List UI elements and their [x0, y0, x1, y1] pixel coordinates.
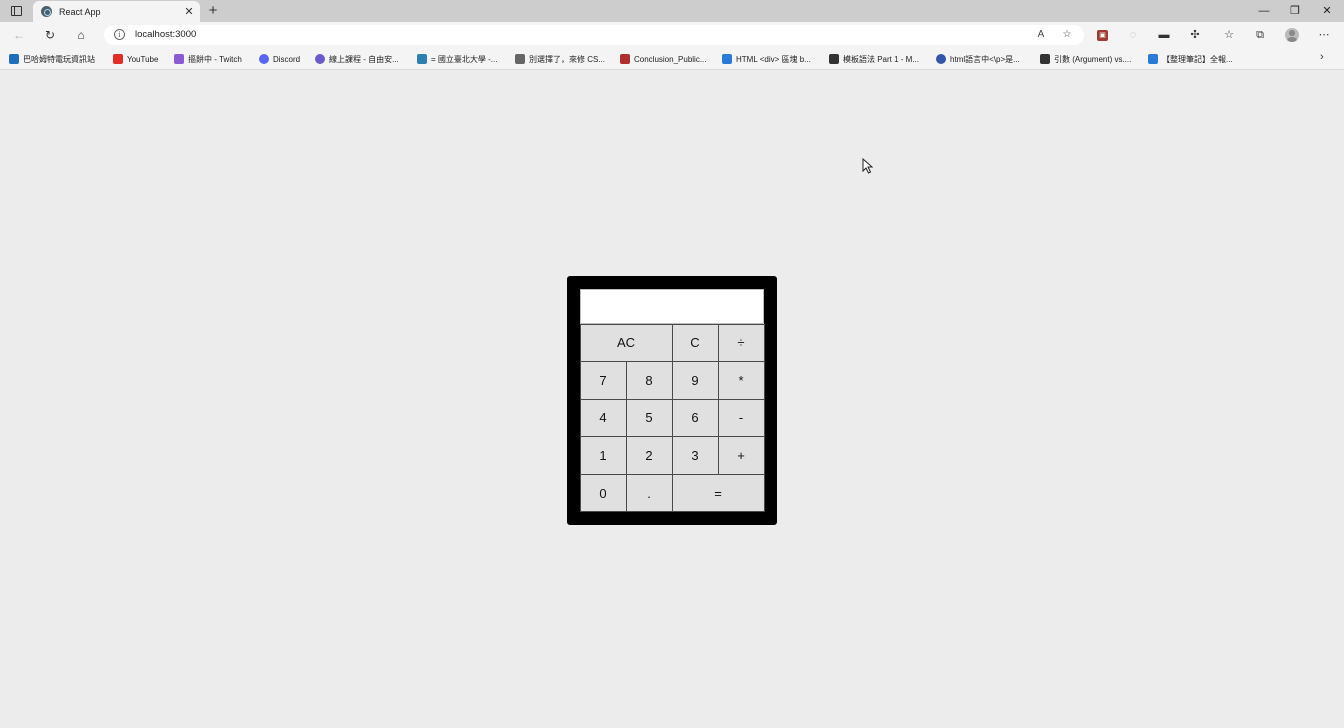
bookmark-label: 【整理筆記】全報... [1162, 54, 1233, 64]
bookmark-favicon-icon [936, 54, 946, 64]
tab-strip: React App ✕ + — ❐ ✕ [0, 0, 1344, 22]
restore-icon[interactable]: ❐ [1284, 3, 1306, 19]
add-favorite-icon[interactable]: ☆ [1060, 28, 1074, 42]
c-key[interactable]: C [671, 323, 719, 363]
multiply-key[interactable]: * [717, 361, 765, 400]
mouse-cursor-icon [862, 158, 874, 174]
bookmark-label: YouTube [127, 54, 159, 64]
bookmark-favicon-icon [1148, 54, 1158, 64]
bookmark-label: 線上課程 - 自由安... [329, 54, 399, 64]
calculator: AC C ÷ 7 8 9 * 4 5 6- 1 2 3 +0. = [567, 276, 777, 525]
bookmark-item[interactable]: YouTube [113, 52, 158, 66]
youtube-icon [113, 54, 123, 64]
bookmark-item[interactable]: Conclusion_Public... [620, 52, 706, 66]
more-menu-icon[interactable]: ⋯ [1316, 27, 1332, 43]
tab-react-app[interactable]: React App ✕ [33, 1, 200, 22]
equals-key[interactable]: = [671, 473, 765, 513]
divide-key[interactable]: ÷ [717, 323, 765, 363]
bookmark-item[interactable]: 巴哈姆特電玩資訊站 [9, 52, 95, 66]
calculator-keypad: AC C ÷ 7 8 9 * 4 5 6- 1 2 3 +0. = [579, 323, 765, 513]
digit-2-key[interactable]: 2 [625, 436, 673, 475]
digit-1-key[interactable]: 1 [579, 436, 627, 475]
favorites-icon[interactable]: ☆ [1221, 27, 1237, 43]
bookmark-label: 引數 (Argument) vs.... [1054, 54, 1132, 64]
bookmark-label: Discord [273, 54, 301, 64]
close-tab-icon[interactable]: ✕ [182, 5, 196, 19]
tab-actions-icon[interactable] [6, 3, 26, 19]
bookmark-item[interactable]: 【整理筆記】全報... [1148, 52, 1233, 66]
calculator-display [580, 289, 764, 324]
bookmark-favicon-icon [829, 54, 839, 64]
extensions-puzzle-icon[interactable]: ✣ [1187, 27, 1203, 43]
bookmark-favicon-icon [722, 54, 732, 64]
twitch-icon [174, 54, 184, 64]
discord-icon [259, 54, 269, 64]
digit-8-key[interactable]: 8 [625, 361, 673, 400]
tab-title: React App [59, 6, 101, 17]
add-key[interactable]: + [717, 436, 765, 475]
bookmark-label: HTML <div> 區塊 b... [736, 54, 811, 64]
bookmark-favicon-icon [515, 54, 525, 64]
digit-3-key[interactable]: 3 [671, 436, 719, 475]
address-url[interactable]: localhost:3000 [135, 29, 196, 40]
bookmarks-bar: 巴哈姆特電玩資訊站 YouTube 摳餅中 - Twitch Discord 線… [0, 48, 1344, 70]
close-window-icon[interactable]: ✕ [1316, 3, 1338, 19]
bookmark-item[interactable]: HTML <div> 區塊 b... [722, 52, 811, 66]
chevron-right-icon[interactable]: › [1320, 51, 1324, 63]
bookmark-favicon-icon [9, 54, 19, 64]
bookmark-item[interactable]: 引數 (Argument) vs.... [1040, 52, 1131, 66]
digit-9-key[interactable]: 9 [671, 361, 719, 400]
bookmark-label: 巴哈姆特電玩資訊站 [23, 54, 95, 64]
decimal-key[interactable]: . [625, 473, 673, 513]
address-bar[interactable]: i localhost:3000 A ☆ [104, 25, 1084, 45]
bookmark-label: 摳餅中 - Twitch [188, 54, 242, 64]
collections-icon[interactable]: ⧉ [1252, 27, 1268, 43]
minimize-icon[interactable]: — [1253, 3, 1275, 19]
new-tab-icon[interactable]: + [205, 2, 221, 20]
digit-5-key[interactable]: 5 [625, 398, 673, 438]
bookmark-favicon-icon [417, 54, 427, 64]
react-favicon-icon [41, 6, 52, 17]
home-icon[interactable]: ⌂ [72, 27, 90, 43]
refresh-icon[interactable]: ↻ [41, 27, 59, 43]
pdf-icon [620, 54, 630, 64]
bookmark-label: = 國立臺北大學 -... [431, 54, 498, 64]
digit-0-key[interactable]: 0 [579, 473, 627, 513]
extension-dark-icon[interactable]: ▬ [1156, 27, 1172, 43]
bookmark-item[interactable]: 模板語法 Part 1 - M... [829, 52, 919, 66]
extension-icon[interactable]: ▣ [1097, 30, 1108, 41]
bookmark-item[interactable]: 別選擇了，來修 CS... [515, 52, 605, 66]
bookmark-label: 模板語法 Part 1 - M... [843, 54, 920, 64]
bookmark-favicon-icon [1040, 54, 1050, 64]
digit-4-key[interactable]: 4 [579, 398, 627, 438]
bookmark-item[interactable]: = 國立臺北大學 -... [417, 52, 497, 66]
site-info-icon[interactable]: i [114, 29, 125, 40]
bookmark-label: html語言中<\p>是... [950, 54, 1020, 64]
browser-toolbar: ← ↻ ⌂ i localhost:3000 A ☆ ▣ ◌ ▬ ✣ ☆ ⧉ ⋯ [0, 22, 1344, 48]
ac-key[interactable]: AC [579, 323, 673, 363]
bookmark-item[interactable]: html語言中<\p>是... [936, 52, 1020, 66]
bookmark-label: Conclusion_Public... [634, 54, 707, 64]
bookmark-item[interactable]: Discord [259, 52, 300, 66]
read-aloud-icon[interactable]: A [1034, 28, 1048, 42]
bookmark-favicon-icon [315, 54, 325, 64]
bookmark-label: 別選擇了，來修 CS... [529, 54, 606, 64]
subtract-key[interactable]: - [717, 398, 765, 438]
bookmark-item[interactable]: 線上課程 - 自由安... [315, 52, 399, 66]
back-icon[interactable]: ← [10, 27, 28, 43]
extension-gray-icon[interactable]: ◌ [1125, 27, 1141, 43]
profile-avatar-icon[interactable] [1285, 28, 1299, 42]
digit-6-key[interactable]: 6 [671, 398, 719, 438]
digit-7-key[interactable]: 7 [579, 361, 627, 400]
bookmark-item[interactable]: 摳餅中 - Twitch [174, 52, 242, 66]
